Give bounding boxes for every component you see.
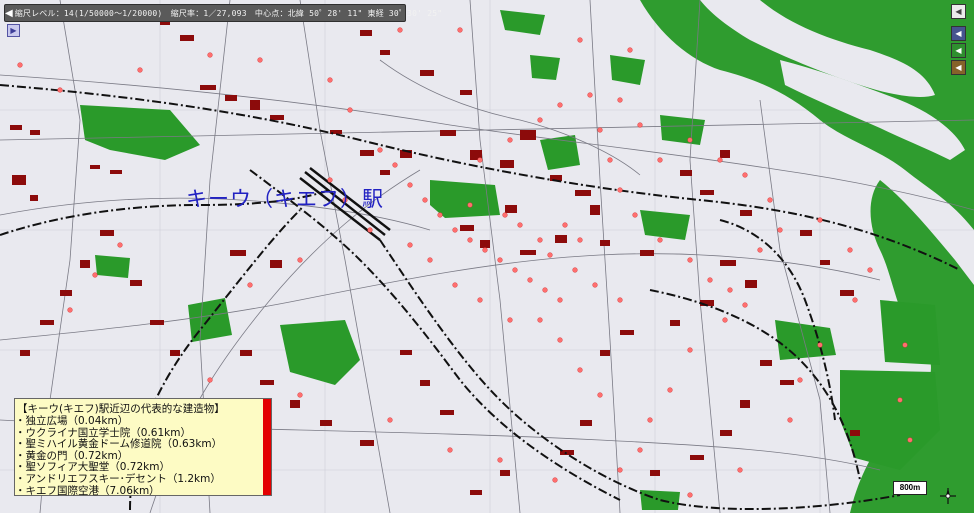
arrow-left-icon: ◀ xyxy=(955,29,962,38)
legend-item[interactable]: アンドリエフスキー･デセント（1.2km） xyxy=(15,473,271,486)
map-scale-label: 800m xyxy=(893,481,927,495)
arrow-right-icon: ▶ xyxy=(10,26,17,35)
landmark-legend: 【キーウ(キエフ)駅近辺の代表的な建造物】 独立広場（0.04km） ウクライナ… xyxy=(14,398,272,496)
nav-play-button[interactable]: ◀ xyxy=(951,43,966,58)
status-text: 縮尺レベル：14(1/50000～1/20000) 縮尺率：1／27,093 中… xyxy=(14,8,443,18)
nav-prev-button[interactable]: ◀ xyxy=(951,4,966,19)
map-window: ◀ 縮尺レベル：14(1/50000～1/20000) 縮尺率：1／27,093… xyxy=(0,0,974,513)
map-status-bar: ◀ 縮尺レベル：14(1/50000～1/20000) 縮尺率：1／27,093… xyxy=(4,4,442,22)
arrow-left-icon: ◀ xyxy=(955,63,962,72)
nav-back-button[interactable]: ◀ xyxy=(951,26,966,41)
status-prev-icon[interactable]: ◀ xyxy=(5,6,13,20)
arrow-left-icon: ◀ xyxy=(955,7,962,16)
panel-toggle-button[interactable]: ▶ xyxy=(7,24,20,37)
compass-icon xyxy=(940,488,956,504)
arrow-left-icon: ◀ xyxy=(955,46,962,55)
legend-item[interactable]: キエフ国際空港（7.06km） xyxy=(15,485,271,498)
station-label: キーウ（キエフ）駅 xyxy=(186,187,384,211)
legend-accent-bar xyxy=(263,399,271,495)
layer-button[interactable]: ◀ xyxy=(951,60,966,75)
legend-title: 【キーウ(キエフ)駅近辺の代表的な建造物】 xyxy=(17,403,225,415)
legend-item[interactable]: 独立広場（0.04km） xyxy=(15,415,271,428)
